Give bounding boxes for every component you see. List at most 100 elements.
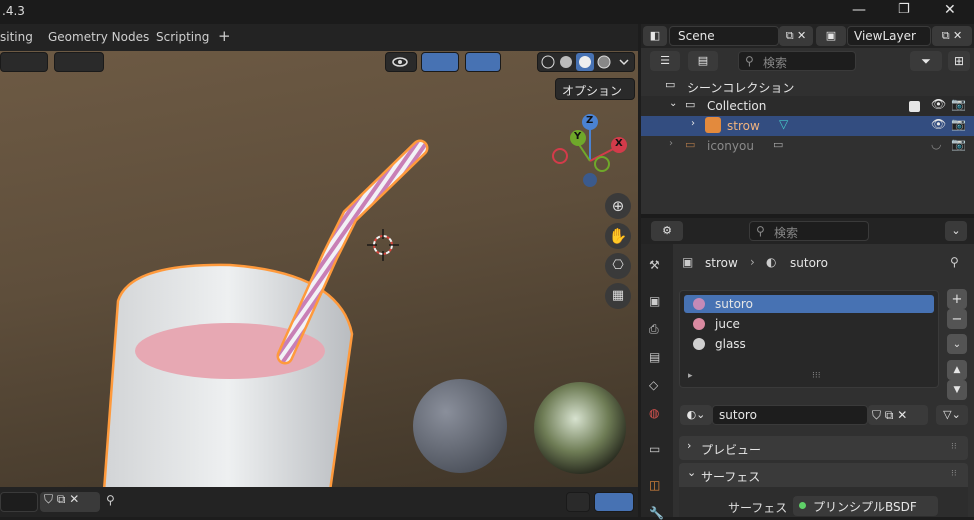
pan-hand-icon[interactable]: ✋ bbox=[605, 223, 631, 249]
material-name-value: sutoro bbox=[719, 408, 757, 422]
scene-tab-icon[interactable]: ◇ bbox=[649, 378, 658, 392]
surface-panel-body: サーフェス プリンシプルBSDF bbox=[679, 487, 968, 517]
snap-toggle-bottom[interactable] bbox=[566, 492, 590, 512]
strow-label: strow bbox=[727, 119, 760, 133]
outliner-row-scene-collection[interactable]: ▭ シーンコレクション bbox=[641, 76, 974, 96]
close-window-button[interactable]: ✕ bbox=[944, 2, 956, 18]
view-layer-tab-icon[interactable]: ▤ bbox=[649, 350, 660, 364]
tab-geometry-nodes[interactable]: Geometry Nodes bbox=[48, 30, 149, 44]
gizmo-z-label[interactable]: Z bbox=[586, 115, 593, 126]
perspective-grid-icon[interactable]: ▦ bbox=[605, 283, 631, 309]
breadcrumb: ▣ strow › ◐ sutoro ⚲ bbox=[680, 252, 970, 274]
properties-search-placeholder: 検索 bbox=[774, 226, 799, 240]
editor-type-icon[interactable]: ☰ bbox=[650, 51, 680, 71]
scene-header: ◧ Scene ⧉ ✕ ▣ ViewLayer ⧉ ✕ bbox=[641, 24, 974, 48]
preview-panel-header[interactable]: › プレビュー ⁝⁝ bbox=[679, 436, 968, 460]
new-scene-button[interactable]: ⧉ ✕ bbox=[779, 26, 813, 46]
browse-material-button[interactable]: ◐⌄ bbox=[680, 405, 712, 425]
chevron-down-icon[interactable]: ⌄ bbox=[945, 221, 967, 241]
eye-closed-icon[interactable]: ◡ bbox=[931, 137, 941, 151]
add-workspace-button[interactable]: + bbox=[218, 27, 231, 45]
collection-tab-icon[interactable]: ▭ bbox=[649, 442, 660, 456]
hdri-sphere bbox=[534, 382, 626, 474]
gizmo-x-label[interactable]: X bbox=[615, 138, 623, 149]
scene-collection-label: シーンコレクション bbox=[687, 81, 795, 95]
fake-user-new-unlink-buttons[interactable]: ⛉ ⧉ ✕ bbox=[40, 492, 100, 512]
move-slot-down-button[interactable]: ▼ bbox=[947, 380, 967, 400]
zoom-icon[interactable]: ⊕ bbox=[605, 193, 631, 219]
tab-scripting[interactable]: Scripting bbox=[156, 30, 209, 44]
surface-field-label: サーフェス bbox=[728, 501, 788, 515]
surface-panel-label: サーフェス bbox=[701, 470, 761, 484]
object-tab-icon[interactable]: ◫ bbox=[649, 478, 660, 492]
camera-icon[interactable]: 📷 bbox=[951, 117, 966, 131]
action-field[interactable] bbox=[0, 492, 38, 512]
scene-field[interactable]: Scene bbox=[669, 26, 779, 46]
viewlayer-icon[interactable]: ▣ bbox=[816, 26, 846, 46]
tool-tab-icon[interactable]: ⚒ bbox=[649, 258, 660, 272]
camera-view-icon[interactable]: ⎔ bbox=[605, 253, 631, 279]
overlay-toggle-bottom[interactable] bbox=[594, 492, 634, 512]
material-icon: ◐ bbox=[766, 255, 777, 269]
world-tab-icon[interactable]: ◍ bbox=[649, 406, 659, 420]
chevron-down-icon: ⌄ bbox=[687, 466, 697, 479]
viewlayer-field[interactable]: ViewLayer bbox=[847, 26, 931, 46]
preview-sphere bbox=[413, 379, 507, 473]
properties-search-input[interactable]: ⚲ 検索 bbox=[749, 221, 869, 241]
remove-slot-button[interactable]: − bbox=[947, 309, 967, 329]
filter-icon[interactable]: ⏷ bbox=[910, 51, 942, 71]
outliner-row-iconyou[interactable]: › ▭ iconyou ▭ ◡ 📷 bbox=[641, 136, 974, 156]
material-name-field[interactable]: sutoro bbox=[712, 405, 868, 425]
material-slot-juce[interactable]: juce bbox=[684, 315, 934, 333]
add-slot-button[interactable]: + bbox=[947, 289, 967, 309]
scene-icon[interactable]: ◧ bbox=[643, 26, 667, 46]
viewlayer-label: ViewLayer bbox=[854, 29, 916, 43]
eye-icon[interactable]: 👁 bbox=[931, 97, 946, 111]
new-viewlayer-button[interactable]: ⧉ ✕ bbox=[932, 26, 972, 46]
modifier-tab-icon[interactable]: 🔧 bbox=[649, 506, 664, 520]
surface-panel-header[interactable]: ⌄ サーフェス ⁝⁝ bbox=[679, 463, 968, 487]
collection-box-icon: ▭ bbox=[665, 78, 676, 91]
scene-label: Scene bbox=[678, 29, 715, 43]
camera-icon[interactable]: 📷 bbox=[951, 97, 966, 111]
link-dropdown[interactable]: ▽⌄ bbox=[936, 405, 968, 425]
expand-triangle-icon[interactable]: ▸ bbox=[688, 371, 693, 381]
move-slot-up-button[interactable]: ▲ bbox=[947, 360, 967, 380]
eye-icon[interactable]: 👁 bbox=[931, 117, 946, 131]
fake-user-new-unlink-buttons[interactable]: ⛉ ⧉ ✕ bbox=[868, 405, 928, 425]
editor-type-icon[interactable]: ⚙ bbox=[651, 221, 683, 241]
drag-handle[interactable]: ⁝⁝ bbox=[951, 442, 957, 452]
outliner-search-input[interactable]: ⚲ 検索 bbox=[738, 51, 856, 71]
tab-compositing[interactable]: siting bbox=[0, 30, 33, 44]
new-collection-icon[interactable]: ⊞ bbox=[948, 51, 970, 71]
outliner-row-strow[interactable]: › strow ▽ 👁 📷 bbox=[641, 116, 974, 136]
display-mode-icon[interactable]: ▤ bbox=[688, 51, 718, 71]
maximize-button[interactable]: ❐ bbox=[898, 2, 910, 17]
gizmo-y-label[interactable]: Y bbox=[574, 131, 581, 142]
exclude-checkbox[interactable] bbox=[909, 101, 920, 112]
chevron-right-icon[interactable]: › bbox=[669, 138, 673, 149]
iconyou-label: iconyou bbox=[707, 139, 754, 153]
output-tab-icon[interactable]: ⎙ bbox=[649, 322, 659, 337]
chevron-right-icon: › bbox=[750, 255, 755, 269]
breadcrumb-material: sutoro bbox=[790, 256, 828, 270]
render-tab-icon[interactable]: ▣ bbox=[649, 294, 660, 308]
resize-handle[interactable]: ⁝⁝⁝ bbox=[812, 371, 821, 381]
surface-shader-dropdown[interactable]: プリンシプルBSDF bbox=[793, 496, 938, 516]
slot-specials-button[interactable]: ⌄ bbox=[947, 334, 967, 354]
chevron-down-icon[interactable]: ⌄ bbox=[669, 98, 677, 109]
chevron-right-icon: › bbox=[687, 439, 692, 452]
material-slot-glass[interactable]: glass bbox=[684, 335, 934, 353]
outliner-search-placeholder: 検索 bbox=[763, 56, 788, 70]
minimize-button[interactable]: — bbox=[852, 2, 866, 18]
title-bar: .4.3 — ❐ ✕ bbox=[0, 0, 974, 24]
collection-label: Collection bbox=[707, 99, 767, 113]
drag-handle[interactable]: ⁝⁝ bbox=[951, 469, 957, 479]
3d-viewport[interactable]: オプション Z Y X ⊕ ✋ ⎔ ▦ bbox=[0, 51, 638, 487]
outliner-row-collection[interactable]: ⌄ ▭ Collection 👁 📷 bbox=[641, 96, 974, 116]
chevron-right-icon[interactable]: › bbox=[691, 118, 695, 129]
pin-icon[interactable]: ⚲ bbox=[950, 255, 959, 269]
pin-icon[interactable]: ⚲ bbox=[106, 493, 115, 507]
camera-icon[interactable]: 📷 bbox=[951, 137, 966, 151]
material-slot-sutoro[interactable]: sutoro bbox=[684, 295, 934, 313]
